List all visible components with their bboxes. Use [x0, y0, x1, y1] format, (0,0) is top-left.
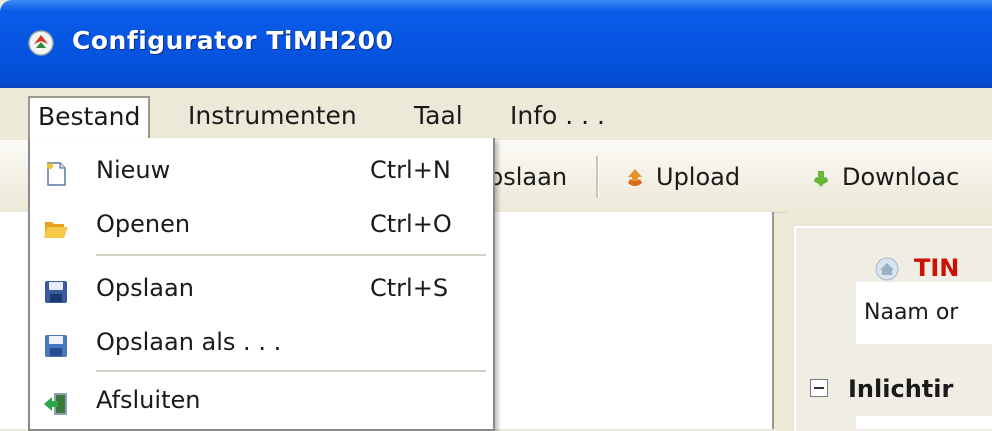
title-bar: Configurator TiMH200	[0, 0, 992, 88]
menu-bestand[interactable]: Bestand	[28, 96, 151, 138]
section-inlichtingen[interactable]: Inlichtir	[810, 372, 953, 406]
collapse-icon[interactable]	[810, 379, 828, 397]
menu-item-shortcut: Ctrl+S	[370, 274, 449, 302]
menu-info[interactable]: Info . . .	[502, 96, 613, 136]
menu-item-label: Opslaan als . . .	[96, 328, 282, 356]
new-file-icon	[47, 162, 66, 186]
menu-item-label: Nieuw	[96, 156, 171, 184]
menu-item-label: Opslaan	[96, 274, 194, 302]
window-title: Configurator TiMH200	[72, 26, 394, 55]
menu-item-opslaan-als[interactable]: Opslaan als . . .	[30, 324, 493, 364]
open-folder-icon	[44, 222, 68, 238]
menu-item-afsluiten[interactable]: Afsluiten	[30, 382, 493, 422]
menu-separator	[96, 370, 486, 373]
menu-bar: Bestand Instrumenten Taal Info . . .	[0, 88, 992, 140]
menu-item-opslaan[interactable]: Opslaan Ctrl+S	[30, 270, 493, 310]
menu-item-label: Afsluiten	[96, 386, 201, 414]
menu-taal[interactable]: Taal	[406, 96, 471, 136]
toolbar-upload-label: Upload	[656, 163, 741, 191]
menu-item-label: Openen	[96, 210, 191, 238]
menu-item-openen[interactable]: Openen Ctrl+O	[30, 206, 493, 246]
properties-header-text: TIN	[914, 254, 960, 282]
toolbar-download-button[interactable]: Downloac	[808, 158, 959, 196]
download-icon	[814, 171, 828, 187]
toolbar-upload-button[interactable]: Upload	[622, 158, 740, 196]
toolbar-separator	[596, 156, 599, 198]
toolbar-download-label: Downloac	[842, 163, 960, 191]
app-icon	[28, 30, 54, 56]
menu-item-shortcut: Ctrl+O	[370, 210, 452, 238]
name-field[interactable]: Naam or	[856, 282, 992, 344]
toolbar-save-label: pslaan	[488, 163, 568, 191]
save-icon	[45, 281, 67, 303]
menu-item-nieuw[interactable]: Nieuw Ctrl+N	[30, 152, 493, 192]
menu-separator	[96, 254, 486, 257]
save-as-icon	[45, 335, 67, 357]
toolbar-save-button[interactable]: pslaan	[488, 158, 567, 196]
home-icon	[875, 257, 899, 281]
upload-icon	[628, 169, 642, 186]
field-strip	[856, 416, 992, 429]
menu-item-shortcut: Ctrl+N	[370, 156, 451, 184]
exit-icon	[44, 393, 67, 415]
section-label: Inlichtir	[848, 375, 954, 403]
bestand-dropdown-menu: Nieuw Ctrl+N Openen Ctrl+O Opslaan Ctrl+…	[28, 138, 495, 431]
menu-instrumenten[interactable]: Instrumenten	[180, 96, 365, 136]
